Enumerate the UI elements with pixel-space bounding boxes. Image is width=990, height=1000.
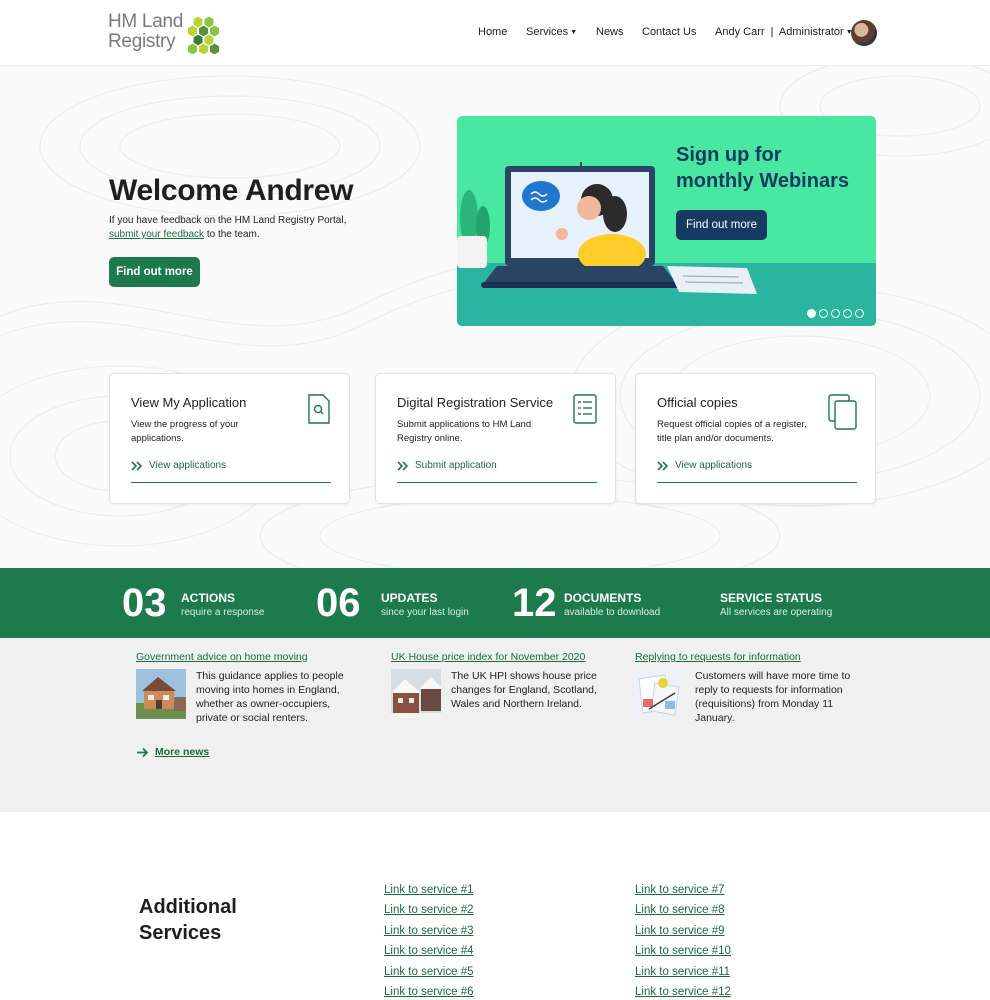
card-link-submit-application[interactable]: Submit application	[397, 460, 497, 471]
nav-services[interactable]: Services ▼	[526, 26, 577, 38]
logo-hexagons-icon	[187, 15, 220, 54]
webinar-banner: Sign up for monthly Webinars Find out mo…	[457, 116, 876, 326]
user-name: Andy Carr	[715, 26, 765, 38]
card-view-my-application[interactable]: View My Application View the progress of…	[109, 373, 350, 504]
service-link-5[interactable]: Link to service #5	[384, 966, 474, 978]
stat-updates-sub: since your last login	[381, 607, 469, 618]
service-link-7[interactable]: Link to service #7	[635, 884, 725, 896]
service-link-9[interactable]: Link to service #9	[635, 925, 725, 937]
banner-find-out-more-button[interactable]: Find out more	[676, 210, 767, 240]
carousel-dot-3[interactable]	[831, 309, 840, 318]
nav-contact[interactable]: Contact Us	[642, 26, 696, 38]
banner-title: Sign up for monthly Webinars	[676, 142, 849, 194]
stats-bar: 03 ACTIONS require a response 06 UPDATES…	[0, 568, 990, 638]
banner-title-line-1: Sign up for	[676, 144, 782, 166]
form-list-icon	[573, 394, 597, 424]
card-title: View My Application	[131, 395, 247, 410]
card-divider	[397, 482, 597, 483]
card-title: Official copies	[657, 395, 738, 410]
carousel-dot-2[interactable]	[819, 309, 828, 318]
site-header: HM Land Registry Home Services ▼ News Con…	[0, 0, 990, 66]
logo-line-1: HM Land	[108, 11, 183, 32]
welcome-heading: Welcome Andrew	[109, 174, 354, 207]
submit-feedback-link[interactable]: submit your feedback	[109, 229, 204, 240]
card-digital-registration-service[interactable]: Digital Registration Service Submit appl…	[375, 373, 616, 504]
card-link-label: View applications	[675, 460, 753, 471]
card-divider	[657, 482, 857, 483]
service-link-1[interactable]: Link to service #1	[384, 884, 474, 896]
card-link-view-applications[interactable]: View applications	[657, 460, 752, 471]
card-official-copies[interactable]: Official copies Request official copies …	[635, 373, 876, 504]
double-chevron-right-icon	[657, 460, 669, 471]
more-news-label: More news	[155, 746, 210, 758]
card-divider	[131, 482, 331, 483]
logo-line-2: Registry	[108, 31, 176, 52]
nav-news[interactable]: News	[596, 26, 624, 38]
news-title-link[interactable]: Government advice on home moving	[136, 651, 308, 663]
stat-actions-label: ACTIONS	[181, 591, 235, 605]
document-search-icon	[308, 394, 330, 424]
hero-find-out-more-button[interactable]: Find out more	[109, 257, 200, 287]
service-link-4[interactable]: Link to service #4	[384, 945, 474, 957]
card-description: Submit applications to HM Land Registry …	[397, 419, 532, 444]
additional-services-line-1: Additional	[139, 896, 237, 918]
stat-service-status-sub: All services are operating	[720, 607, 833, 618]
more-news-link[interactable]: More news	[136, 746, 209, 758]
stat-documents-number: 12	[512, 581, 557, 625]
service-link-10[interactable]: Link to service #10	[635, 945, 731, 957]
service-link-3[interactable]: Link to service #3	[384, 925, 474, 937]
feedback-prefix: If you have feedback on the HM Land Regi…	[109, 215, 347, 226]
user-menu[interactable]: Andy Carr | Administrator ▼	[715, 26, 853, 38]
feedback-suffix: to the team.	[204, 229, 260, 240]
carousel-pagination	[807, 309, 864, 318]
news-title-link[interactable]: UK House price index for November 2020	[391, 651, 585, 663]
card-title: Digital Registration Service	[397, 395, 554, 410]
stat-actions-number: 03	[122, 581, 167, 625]
stat-documents-label: DOCUMENTS	[564, 591, 642, 605]
logo[interactable]: HM Land Registry	[108, 12, 183, 52]
service-link-6[interactable]: Link to service #6	[384, 986, 474, 998]
arrow-right-icon	[137, 747, 149, 757]
news-thumbnail-paperwork[interactable]	[635, 669, 685, 719]
nav-home[interactable]: Home	[478, 26, 507, 38]
service-link-12[interactable]: Link to service #12	[635, 986, 731, 998]
stat-documents-sub: available to download	[564, 607, 661, 618]
service-link-11[interactable]: Link to service #11	[635, 966, 730, 978]
copies-icon	[828, 394, 857, 430]
news-section: Government advice on home moving This gu…	[0, 638, 990, 812]
service-link-8[interactable]: Link to service #8	[635, 904, 725, 916]
additional-services-line-2: Services	[139, 922, 222, 944]
news-title-link[interactable]: Replying to requests for information	[635, 651, 801, 663]
news-summary: This guidance applies to people moving i…	[196, 670, 344, 724]
user-role: Administrator	[778, 26, 844, 38]
card-description: View the progress of your applications.	[131, 419, 239, 444]
card-description: Request official copies of a register, t…	[657, 419, 807, 444]
carousel-dot-1[interactable]	[807, 309, 816, 318]
carousel-dot-5[interactable]	[855, 309, 864, 318]
carousel-dot-4[interactable]	[843, 309, 852, 318]
news-summary: Customers will have more time to reply t…	[695, 670, 851, 724]
feedback-text: If you have feedback on the HM Land Regi…	[109, 214, 359, 242]
stat-actions-sub: require a response	[181, 607, 265, 618]
avatar[interactable]	[851, 20, 877, 46]
double-chevron-right-icon	[397, 460, 409, 471]
stat-service-status-label: SERVICE STATUS	[720, 591, 823, 605]
news-summary: The UK HPI shows house price changes for…	[451, 670, 597, 710]
stat-updates-number: 06	[316, 581, 361, 625]
nav-services-label: Services	[526, 26, 569, 38]
card-link-label: View applications	[149, 460, 227, 471]
banner-title-line-2: monthly Webinars	[676, 170, 849, 192]
service-link-2[interactable]: Link to service #2	[384, 904, 474, 916]
card-link-view-applications[interactable]: View applications	[131, 460, 226, 471]
additional-services-heading: Additional Services	[139, 894, 259, 946]
news-thumbnail-snowy-houses[interactable]	[391, 669, 441, 719]
card-link-label: Submit application	[415, 460, 497, 471]
user-menu-separator: |	[770, 26, 774, 38]
stat-updates-label: UPDATES	[381, 591, 438, 605]
caret-down-icon: ▼	[570, 29, 578, 36]
news-thumbnail-house[interactable]	[136, 669, 186, 719]
double-chevron-right-icon	[131, 460, 143, 471]
